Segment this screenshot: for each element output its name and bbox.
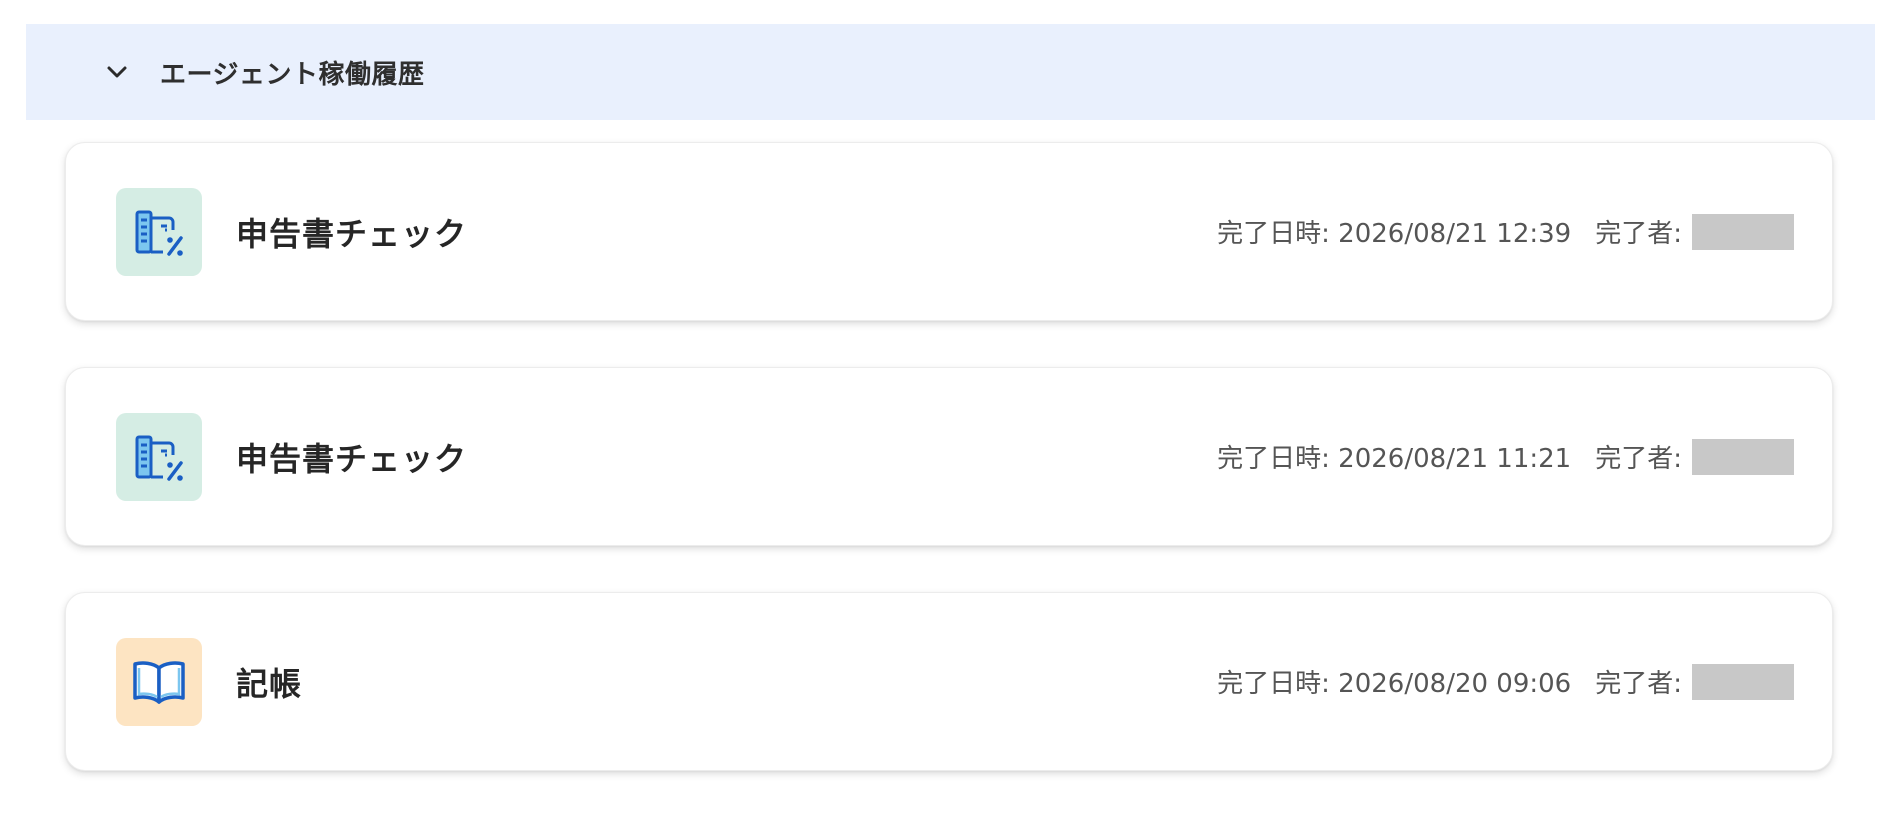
- redacted-user-name: [1692, 213, 1794, 250]
- completed-by-label: 完了者:: [1595, 219, 1682, 249]
- chevron-down-icon[interactable]: [104, 59, 130, 85]
- completed-by-label: 完了者:: [1595, 669, 1682, 699]
- agent-history-section-header[interactable]: エージェント稼働履歴: [26, 24, 1875, 120]
- agent-name: 申告書チェック: [236, 214, 468, 253]
- completion-info: 完了日時: 2026/08/21 12:39 完了者:: [1217, 213, 1794, 250]
- redacted-user-name: [1692, 438, 1794, 475]
- tax-document-check-icon: [116, 187, 202, 276]
- history-card[interactable]: 申告書チェック 完了日時: 2026/08/21 12:39 完了者:: [65, 142, 1833, 321]
- agent-name: 申告書チェック: [236, 439, 468, 478]
- completed-at: 完了日時: 2026/08/21 11:21: [1217, 444, 1572, 474]
- tax-document-check-icon: [116, 412, 202, 501]
- history-card[interactable]: 記帳 完了日時: 2026/08/20 09:06 完了者:: [65, 592, 1833, 771]
- completion-info: 完了日時: 2026/08/20 09:06 完了者:: [1217, 663, 1794, 700]
- redacted-user-name: [1692, 663, 1794, 700]
- completion-info: 完了日時: 2026/08/21 11:21 完了者:: [1217, 438, 1794, 475]
- completed-by-label: 完了者:: [1595, 444, 1682, 474]
- agent-name: 記帳: [236, 664, 303, 703]
- section-title: エージェント稼働履歴: [160, 59, 425, 90]
- completed-at: 完了日時: 2026/08/20 09:06: [1217, 669, 1572, 699]
- completed-at: 完了日時: 2026/08/21 12:39: [1217, 219, 1572, 249]
- open-book-icon: [116, 637, 202, 726]
- history-card[interactable]: 申告書チェック 完了日時: 2026/08/21 11:21 完了者:: [65, 367, 1833, 546]
- agent-history-panel: エージェント稼働履歴 申告書チェック 完了日時: 2026/08/21 12:3…: [0, 0, 1902, 827]
